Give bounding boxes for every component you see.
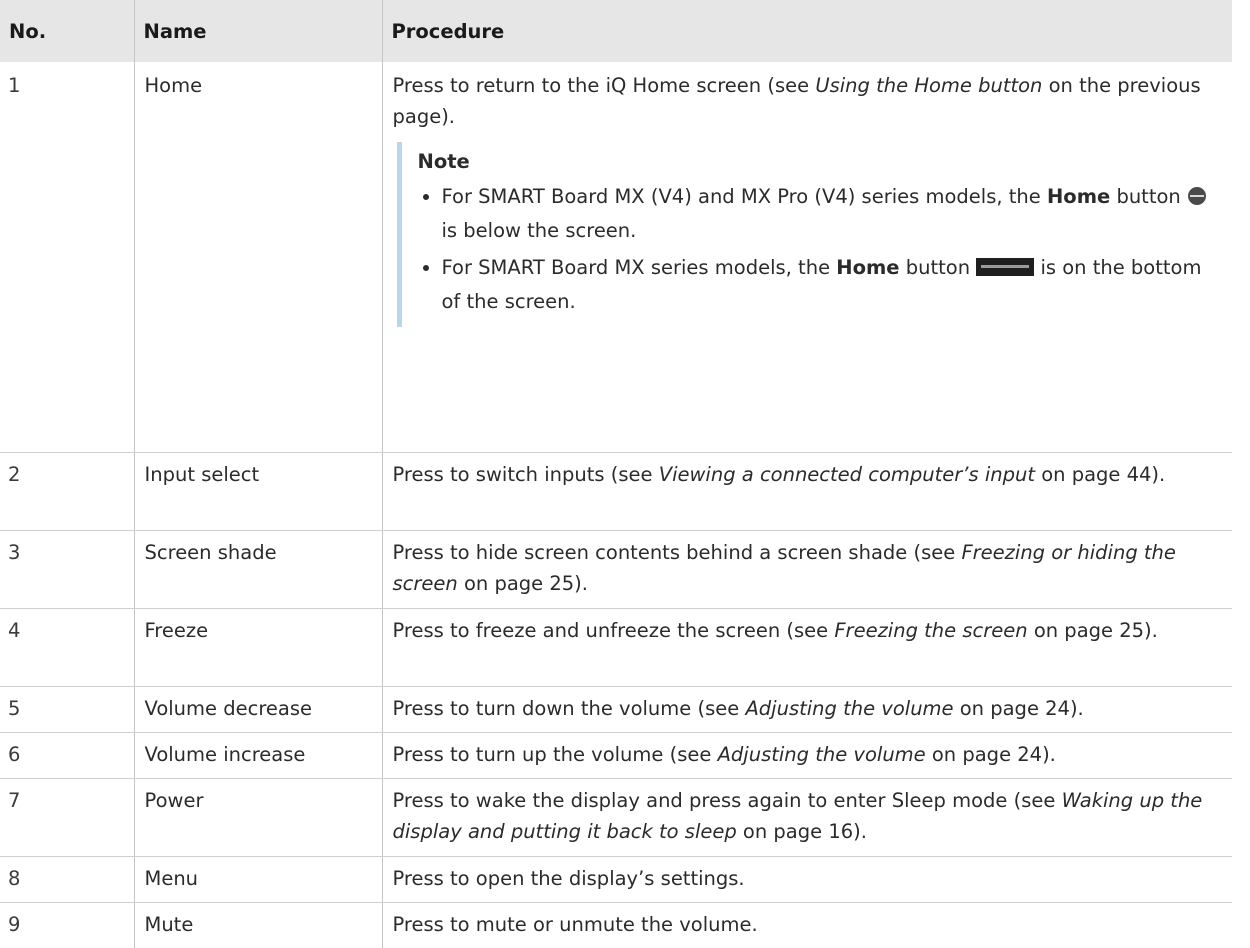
row-name: Volume decrease [133,686,382,733]
buttons-procedure-table: No. Name Procedure 1 Home Press to retur… [0,0,1232,948]
table-row: 1 Home Press to return to the iQ Home sc… [0,62,1232,453]
row-number: 1 [0,62,134,453]
procedure-text: Press to hide screen contents behind a s… [392,540,1176,595]
cross-reference-link[interactable]: Freezing the screen [834,619,1027,642]
row-number: 7 [0,778,134,857]
table-row: 4 Freeze Press to freeze and unfreeze th… [0,608,1232,687]
table-row: 9 Mute Press to mute or unmute the volum… [0,902,1232,948]
cross-reference-link[interactable]: Viewing a connected computer’s input [659,463,1035,486]
row-procedure: Press to turn up the volume (see Adjusti… [381,732,1232,779]
row-number: 5 [0,686,134,733]
cross-reference-link[interactable]: Using the Home button [815,74,1042,97]
row-procedure: Press to wake the display and press agai… [381,778,1232,857]
row-number: 9 [8,912,21,936]
table-row: 5 Volume decrease Press to turn down the… [0,686,1232,733]
row-name: Freeze [133,608,382,687]
row-number: 4 [0,608,134,687]
header-no: No. [0,0,134,62]
table-row: 6 Volume increase Press to turn up the v… [0,732,1232,779]
row-number: 6 [0,732,134,779]
table-header-row: No. Name Procedure [0,0,1232,62]
row-procedure: Press to hide screen contents behind a s… [381,530,1232,609]
procedure-text: Press to turn down the volume (see Adjus… [392,696,1084,720]
row-procedure: Press to open the display’s settings. [381,856,1232,903]
row-number: 2 [0,452,134,531]
bar-home-button-icon [976,255,1035,286]
procedure-text: Press to open the display’s settings. [392,866,745,890]
row-name: Input select [133,452,382,531]
row-procedure: Press to switch inputs (see Viewing a co… [381,452,1232,531]
row-number: 8 [0,856,134,903]
row-procedure: Press to return to the iQ Home screen (s… [381,62,1232,453]
procedure-text: Press to freeze and unfreeze the screen … [392,618,1158,642]
table-row: 2 Input select Press to switch inputs (s… [0,452,1232,531]
row-name: Power [133,778,382,857]
table-row: 8 Menu Press to open the display’s setti… [0,856,1232,903]
row-name: Volume increase [133,732,382,779]
row-procedure: Press to turn down the volume (see Adjus… [381,686,1232,733]
row-procedure: Press to mute or unmute the volume. [381,902,1232,948]
note-box: Note For SMART Board MX (V4) and MX Pro … [396,142,1225,327]
round-home-button-icon [1187,184,1207,215]
procedure-text: Press to wake the display and press agai… [392,788,1203,843]
row-name: Mute [133,902,382,948]
note-item: For SMART Board MX series models, the Ho… [442,252,1225,317]
note-title: Note [417,150,470,173]
header-name: Name [133,0,382,62]
procedure-text: Press to switch inputs (see Viewing a co… [392,462,1166,486]
header-procedure: Procedure [381,0,1232,62]
cross-reference-link[interactable]: Adjusting the volume [745,697,953,720]
table-row: 7 Power Press to wake the display and pr… [0,778,1232,857]
procedure-text: Press to turn up the volume (see Adjusti… [392,742,1056,766]
row-name: Menu [133,856,382,903]
row-procedure: Press to freeze and unfreeze the screen … [381,608,1232,687]
note-item: For SMART Board MX (V4) and MX Pro (V4) … [442,181,1225,246]
row-number: 3 [0,530,134,609]
row-name: Home [133,62,382,453]
note-list: For SMART Board MX (V4) and MX Pro (V4) … [418,181,1225,317]
cross-reference-link[interactable]: Adjusting the volume [718,743,926,766]
table-row: 3 Screen shade Press to hide screen cont… [0,530,1232,609]
row-name: Screen shade [133,530,382,609]
procedure-text: Press to return to the iQ Home screen (s… [392,74,1201,128]
